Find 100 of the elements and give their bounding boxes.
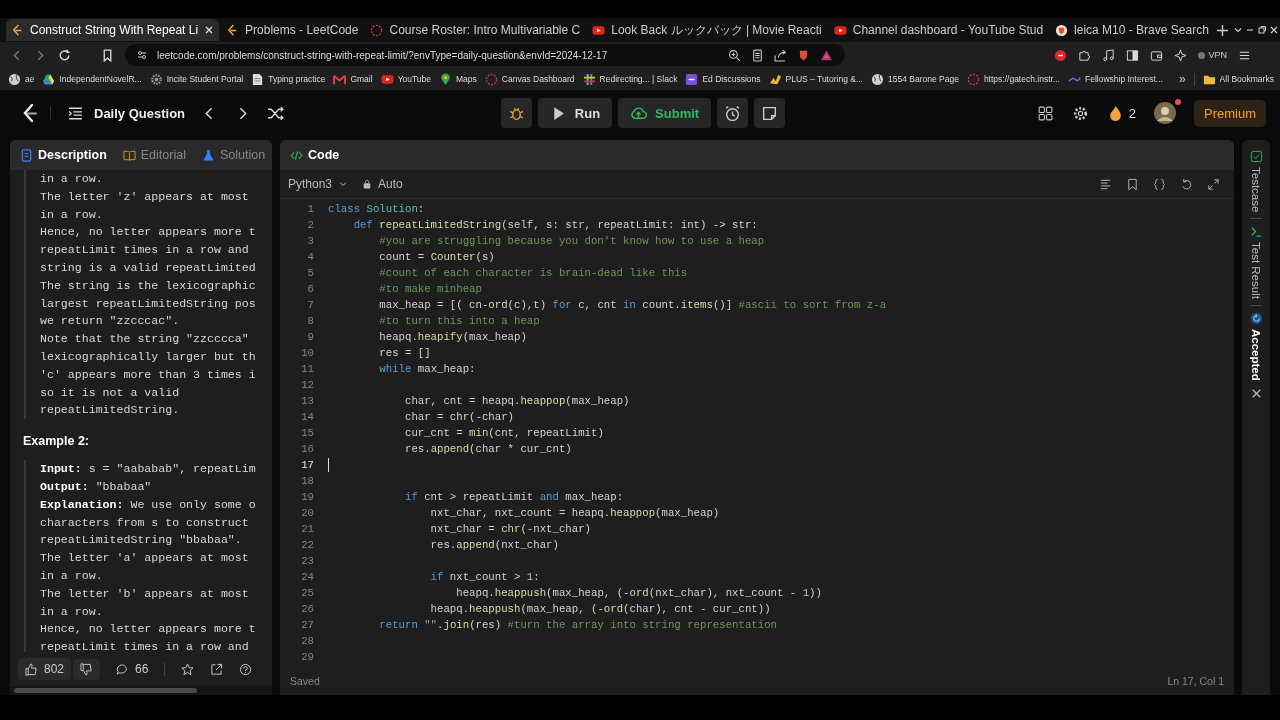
- tab-title: Problems - LeetCode: [245, 23, 359, 37]
- close-icon[interactable]: [1268, 25, 1279, 35]
- external-link-icon[interactable]: [210, 662, 224, 676]
- restore-icon[interactable]: [1256, 25, 1267, 35]
- bookmark-icon[interactable]: [101, 48, 114, 62]
- code-line: nxt_char, nxt_count = heapq.heappop(max_heap): [429, 507, 720, 519]
- streak-counter[interactable]: 2: [1106, 104, 1136, 122]
- example-text: in a row.: [40, 603, 104, 620]
- dislike-button[interactable]: [73, 658, 101, 680]
- panel-tab[interactable]: Code: [290, 148, 340, 162]
- puzzle-icon[interactable]: [1078, 48, 1092, 62]
- side-tab[interactable]: Test Result: [1249, 225, 1263, 300]
- reader-icon[interactable]: [751, 48, 764, 62]
- run-button[interactable]: Run: [537, 98, 613, 128]
- notes-button[interactable]: [754, 98, 786, 128]
- example-text: The letter 'a' appears at most: [40, 550, 250, 567]
- square-icon: [685, 72, 699, 86]
- bookmark-item[interactable]: Redirecting... | Slack: [582, 72, 678, 86]
- debug-button[interactable]: [500, 98, 532, 128]
- bookmark-label: https://gatech.instr...: [983, 74, 1060, 84]
- example-text: we return "zzcccac".: [40, 313, 181, 330]
- browser-tab[interactable]: Channel dashboard - YouTube Stud: [828, 19, 1049, 41]
- layout-grid-icon[interactable]: [1036, 104, 1054, 122]
- code-line: class Solution:: [328, 203, 425, 215]
- play-icon: [380, 72, 394, 86]
- line-number: 2: [306, 219, 315, 231]
- sidebar-icon[interactable]: [1126, 48, 1140, 62]
- bookmark-item[interactable]: Ed Discussions: [685, 72, 761, 86]
- address-bar[interactable]: leetcode.com/problems/construct-string-with-repeat-limit/?envType=daily-question&envId=2024-12-17: [125, 44, 845, 66]
- shuffle-icon[interactable]: [267, 104, 285, 122]
- like-button[interactable]: 802: [18, 658, 72, 680]
- browser-tab[interactable]: Look Back ルックバック | Movie Reacti: [587, 19, 827, 41]
- line-number: 1: [306, 203, 315, 215]
- language-dropdown[interactable]: Python3: [288, 177, 349, 191]
- sparkle-icon[interactable]: [1174, 48, 1188, 62]
- side-tab[interactable]: Accepted: [1249, 312, 1263, 382]
- expand-icon[interactable]: [1207, 177, 1220, 191]
- line-number: 8: [306, 315, 315, 327]
- premium-button[interactable]: Premium: [1194, 99, 1266, 127]
- wallet-icon[interactable]: [1150, 48, 1164, 62]
- help-icon[interactable]: [239, 662, 253, 676]
- comments-button[interactable]: 66: [116, 662, 149, 676]
- code-line: heapq.heapify(max_heap): [378, 331, 527, 343]
- music-icon[interactable]: [1102, 48, 1116, 62]
- side-tab[interactable]: Testcase: [1249, 150, 1263, 213]
- bookmark-item[interactable]: Incite Student Portal: [149, 72, 244, 86]
- triangle-icon: [42, 72, 56, 86]
- bookmark-folder[interactable]: All Bookmarks: [1193, 72, 1274, 86]
- star-icon[interactable]: [181, 662, 195, 676]
- bookmark-item[interactable]: IndependentNovelR...: [42, 72, 142, 86]
- bookmark-label: Incite Student Portal: [166, 74, 244, 84]
- format-icon[interactable]: [1099, 177, 1112, 191]
- settings-icon[interactable]: [1071, 104, 1089, 122]
- bookmark-item[interactable]: Gmail: [333, 72, 373, 86]
- code-line: #to turn this into a heap: [378, 315, 540, 327]
- scrollbar[interactable]: [10, 686, 272, 695]
- submit-button[interactable]: Submit: [618, 98, 712, 128]
- code-line: heapq.heappush(max_heap, (-ord(nxt_char), nxt_count - 1)): [455, 587, 822, 599]
- bookmark-item[interactable]: Maps: [439, 72, 477, 86]
- bookmark-item[interactable]: Fellowship Interest...: [1067, 72, 1163, 86]
- browser-tab[interactable]: Problems - LeetCode: [221, 19, 364, 41]
- line-number: 26: [300, 603, 315, 615]
- panel-tab[interactable]: Editorial: [122, 148, 186, 162]
- bookmark-item[interactable]: Typing practice: [251, 72, 326, 86]
- plus-icon[interactable]: [1215, 23, 1229, 37]
- bookmark-item[interactable]: https://gatech.instr...: [966, 72, 1060, 86]
- auto-mode-toggle[interactable]: Auto: [362, 177, 403, 191]
- settings-icon[interactable]: [137, 50, 147, 60]
- stop-icon[interactable]: [1054, 48, 1068, 62]
- triangle-icon[interactable]: [820, 48, 833, 62]
- browser-tab[interactable]: Course Roster: Intro Multivariable C: [365, 19, 586, 41]
- ring-icon: [484, 72, 498, 86]
- bookmark-item[interactable]: ae: [8, 72, 35, 86]
- code-line: max_heap = [( cn-ord(c),t) for c, cnt in count.items()] #ascii to sort from z-a: [378, 299, 887, 311]
- example-text: in a row.: [40, 567, 104, 584]
- reload-icon[interactable]: [58, 48, 71, 62]
- bookmark-item[interactable]: PLUS – Tutoring &...: [768, 72, 863, 86]
- more-bookmarks-button[interactable]: »: [1178, 72, 1186, 86]
- undo-icon[interactable]: [1180, 177, 1193, 191]
- chevron-down-icon[interactable]: [1232, 25, 1243, 35]
- browser-tab[interactable]: leica M10 - Brave Search: [1050, 19, 1214, 41]
- vpn-button[interactable]: VPN: [1198, 50, 1227, 60]
- timer-button[interactable]: [717, 98, 749, 128]
- code-line: #count of each character is brain-dead like this: [378, 267, 688, 279]
- bookmark-item[interactable]: Canvas Dashboard: [484, 72, 575, 86]
- zoom-icon[interactable]: [728, 48, 741, 62]
- braces-icon[interactable]: [1153, 177, 1166, 191]
- bookmark-icon[interactable]: [1126, 177, 1139, 191]
- share-icon[interactable]: [774, 48, 787, 62]
- bookmark-item[interactable]: YouTube: [380, 72, 432, 86]
- bookmark-label: All Bookmarks: [1219, 74, 1274, 84]
- avatar[interactable]: [1154, 102, 1176, 124]
- close-icon[interactable]: [204, 25, 215, 35]
- bookmark-item[interactable]: 1554 Barone Page: [871, 72, 959, 86]
- panel-tab[interactable]: Solution: [201, 148, 266, 162]
- checkbox-icon: [1249, 150, 1263, 163]
- panel-tab[interactable]: Description: [20, 148, 107, 162]
- list-icon[interactable]: [67, 104, 84, 122]
- browser-tab[interactable]: Construct String With Repeat Li: [6, 19, 220, 41]
- problem-list-title[interactable]: Daily Question: [94, 105, 186, 121]
